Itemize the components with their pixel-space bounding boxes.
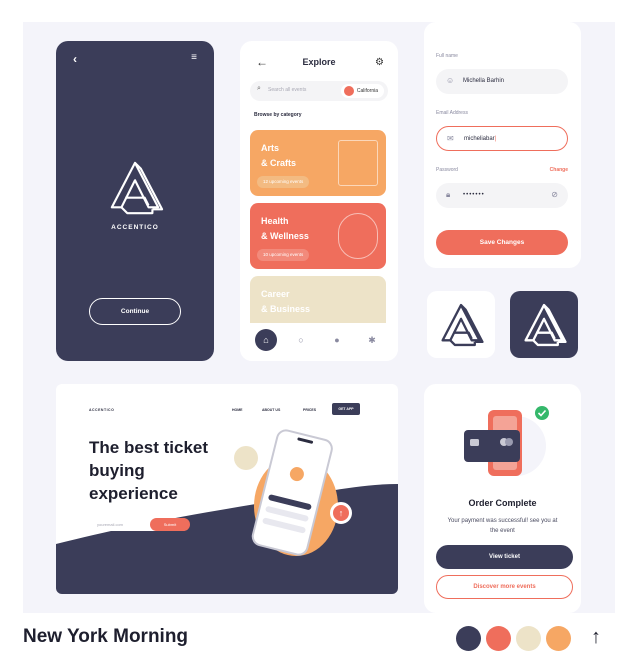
upload-icon[interactable]: ↑ — [330, 502, 352, 524]
password-change-link[interactable]: Change — [550, 167, 568, 173]
view-ticket-button[interactable]: View ticket — [436, 545, 573, 569]
order-complete-screen: Order Complete Your payment was successf… — [424, 384, 581, 613]
search-input[interactable]: ⌕ Search all events California — [250, 81, 388, 101]
color-swatch-coral — [486, 626, 511, 651]
category-pattern — [338, 140, 378, 186]
fullname-value: Michella Barhin — [463, 78, 505, 84]
tab-home[interactable]: ⌂ — [255, 329, 277, 351]
category-arts[interactable]: Arts & Crafts 12 upcoming events — [250, 130, 386, 196]
nav-about[interactable]: ABOUT US — [262, 408, 280, 412]
events-count: 10 upcoming events — [257, 249, 310, 261]
menu-icon[interactable]: ≡ — [191, 52, 197, 63]
tab-search[interactable]: ○ — [290, 329, 312, 351]
email-value: micheliabar| — [464, 136, 497, 142]
nav-prices[interactable]: PRICES — [303, 408, 316, 412]
location-label: California — [356, 88, 378, 94]
profile-form: Full name ☺ Michella Barhin Email Addres… — [424, 22, 581, 268]
get-app-button[interactable]: GET APP — [332, 403, 360, 415]
logo-dark-tile — [510, 291, 578, 358]
accentico-logo-icon — [441, 303, 484, 346]
events-count: 12 upcoming events — [257, 176, 310, 188]
nav-home[interactable]: HOME — [232, 408, 243, 412]
tab-bar: ⌂ ○ ● ✱ — [240, 323, 398, 361]
explore-screen: ← Explore ⚙ ⌕ Search all events Californ… — [240, 41, 398, 361]
logo-light-tile — [427, 291, 495, 358]
browse-label: Browse by category — [254, 112, 302, 118]
mail-icon: ✉ — [447, 134, 454, 143]
continue-button[interactable]: Continue — [89, 298, 181, 325]
order-title: Order Complete — [468, 498, 537, 508]
landing-headline: The best ticket buying experience — [89, 438, 209, 503]
payment-illustration — [464, 406, 549, 476]
phone-illustration — [234, 429, 338, 556]
submit-button[interactable]: Submit — [150, 518, 190, 531]
splash-screen: ‹ ≡ ACCENTICO Continue — [56, 41, 214, 361]
search-placeholder: Search all events — [268, 87, 307, 93]
user-icon: ☺ — [446, 76, 455, 85]
eye-off-icon[interactable]: ⊘ — [551, 190, 558, 199]
location-pin-icon — [343, 86, 354, 96]
accentico-logo-icon — [110, 161, 164, 215]
save-changes-button[interactable]: Save Changes — [436, 230, 568, 255]
password-label: Password — [436, 167, 458, 173]
back-icon[interactable]: ‹ — [73, 52, 77, 66]
accentico-logo-icon — [524, 303, 567, 346]
tab-map[interactable]: ● — [326, 329, 348, 351]
landing-brand: ACCENTICO — [89, 408, 115, 412]
order-description: Your payment was successful! see you at … — [447, 518, 558, 534]
color-swatch-navy — [456, 626, 481, 651]
tab-settings[interactable]: ✱ — [361, 329, 383, 351]
discover-events-button[interactable]: Discover more events — [436, 575, 573, 599]
shot-title: New York Morning — [23, 626, 189, 647]
brand-name: ACCENTICO — [111, 224, 159, 231]
fullname-label: Full name — [436, 53, 458, 59]
category-health[interactable]: Health & Wellness 10 upcoming events — [250, 203, 386, 269]
email-label: Email Address — [436, 110, 468, 116]
category-name: Arts & Crafts — [261, 143, 297, 168]
category-name: Career & Business — [261, 289, 311, 314]
location-chip[interactable]: California — [340, 84, 384, 98]
category-pattern — [338, 213, 378, 259]
filter-icon[interactable]: ⚙ — [375, 57, 384, 68]
password-value: ••••••• — [463, 192, 485, 198]
email-field[interactable]: ✉ micheliabar| — [436, 126, 568, 151]
category-name: Health & Wellness — [261, 216, 309, 241]
scroll-top-icon[interactable]: ↑ — [591, 626, 601, 649]
lock-icon: 🔒︎ — [446, 190, 451, 199]
fullname-field[interactable]: ☺ Michella Barhin — [436, 69, 568, 94]
password-field[interactable]: 🔒︎ ••••••• ⊘ — [436, 183, 568, 208]
color-swatch-orange — [546, 626, 571, 651]
color-swatch-cream — [516, 626, 541, 651]
search-icon: ⌕ — [257, 85, 261, 92]
landing-page: ACCENTICO HOME ABOUT US PRICES GET APP T… — [56, 384, 398, 594]
